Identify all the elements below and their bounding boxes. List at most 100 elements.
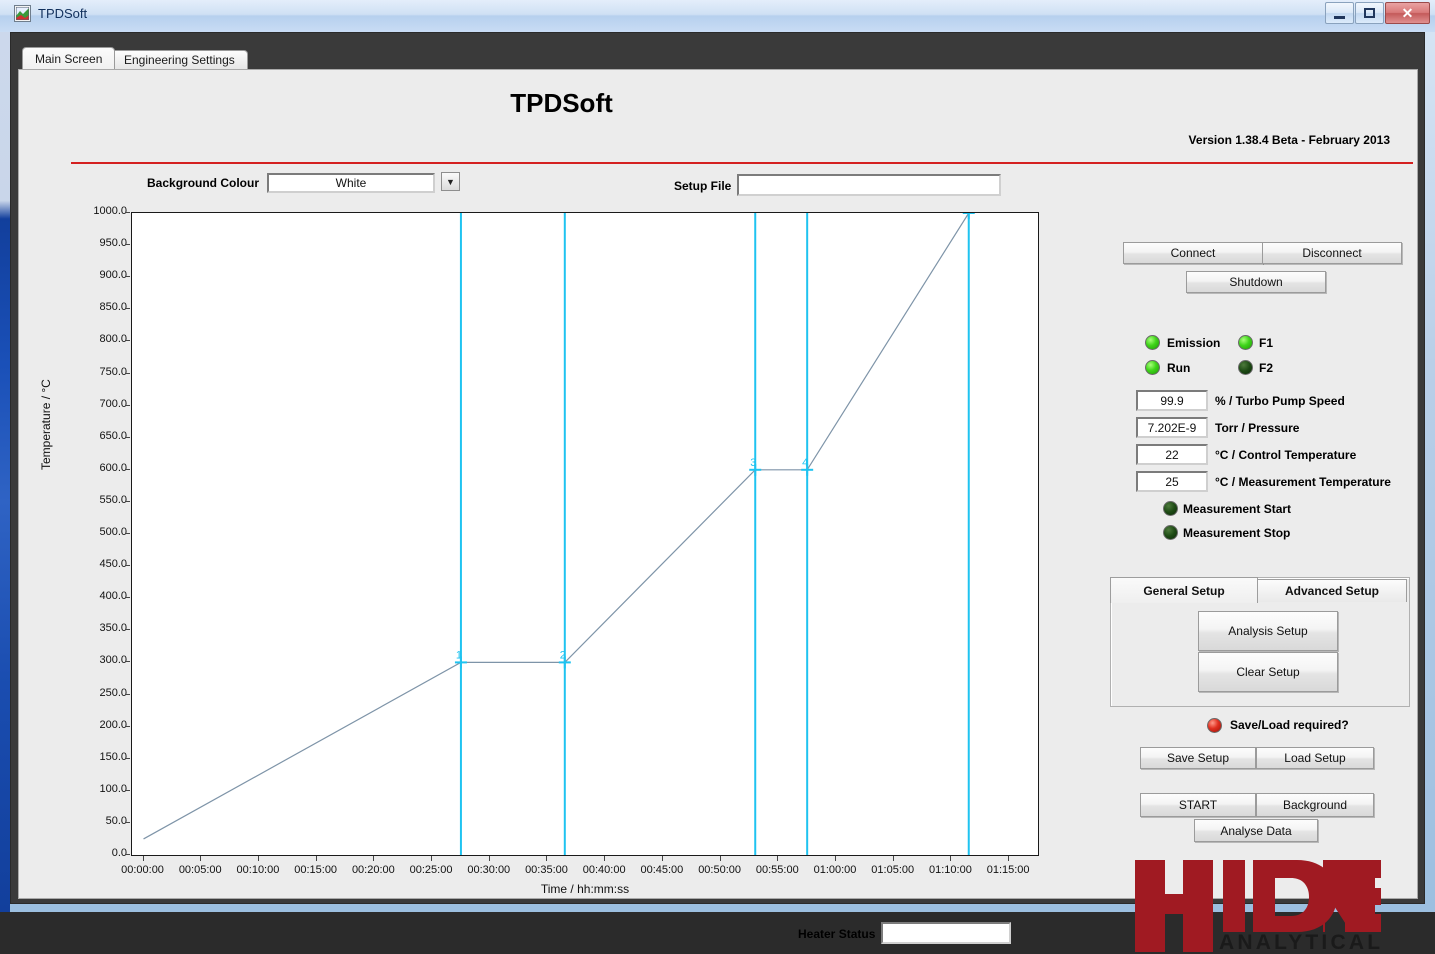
led-f2: [1238, 360, 1253, 375]
y-axis-tick-mark: [125, 597, 130, 599]
chart-cursor-marker[interactable]: 1: [454, 649, 467, 669]
chart-series-line: [143, 213, 970, 840]
x-axis-tick-mark: [1008, 856, 1010, 861]
x-axis-tick-mark: [200, 856, 202, 861]
client-area: Main Screen Engineering Settings TPDSoft…: [10, 32, 1425, 954]
chart-cursor-marker[interactable]: 4: [801, 457, 814, 476]
y-axis-tick-mark: [125, 629, 130, 631]
y-axis-tick-label: 600.0: [99, 461, 127, 474]
y-axis-tick-label: 150.0: [99, 750, 127, 763]
background-button[interactable]: Background: [1256, 793, 1374, 817]
x-axis-tick-mark: [892, 856, 894, 861]
y-axis-tick-mark: [125, 854, 130, 855]
title-bar[interactable]: TPDSoft ✕: [0, 0, 1435, 32]
application-window: TPDSoft ✕ Main Screen Engineering Settin…: [0, 0, 1435, 954]
led-save-load-required: [1207, 718, 1222, 733]
tab-main-screen[interactable]: Main Screen: [22, 47, 116, 69]
x-axis-tick-mark: [604, 856, 606, 861]
readout-turbo-pump-speed: 99.9: [1136, 390, 1208, 411]
heater-status-label: Heater Status: [798, 927, 876, 941]
x-axis-tick-mark: [777, 856, 779, 861]
chevron-down-icon[interactable]: ▼: [441, 172, 460, 191]
load-setup-button[interactable]: Load Setup: [1256, 747, 1374, 769]
chart-cursor-id: 1: [456, 649, 462, 661]
y-axis-tick-label: 950.0: [99, 237, 127, 250]
y-axis-tick-label: 450.0: [99, 558, 127, 571]
readout-pressure: 7.202E-9: [1136, 417, 1208, 438]
readout-pressure-label: Torr / Pressure: [1215, 421, 1300, 435]
led-measurement-start: [1163, 501, 1178, 516]
analyse-data-button[interactable]: Analyse Data: [1194, 819, 1318, 842]
tab-engineering-settings[interactable]: Engineering Settings: [111, 50, 248, 69]
chart-y-axis-ticks: 1000.0 950.0 900.0 850.0 800.0 750.0 700.0 650.…: [49, 190, 130, 890]
minimize-icon[interactable]: [1325, 2, 1354, 24]
readout-control-temperature-label: °C / Control Temperature: [1215, 448, 1357, 462]
clear-setup-button[interactable]: Clear Setup: [1198, 652, 1338, 692]
y-axis-tick-mark: [125, 404, 130, 406]
y-axis-tick-label: 650.0: [99, 429, 127, 442]
temperature-chart: Temperature / °C 1000.0 950.0 900.0 850.0 80…: [39, 190, 1069, 896]
y-axis-tick-mark: [125, 212, 130, 213]
tab-strip: Main Screen Engineering Settings: [11, 33, 1424, 69]
y-axis-tick-mark: [125, 789, 130, 791]
led-f1-label: F1: [1259, 336, 1274, 350]
window-title: TPDSoft: [38, 6, 88, 21]
y-axis-tick-mark: [125, 276, 130, 278]
y-axis-tick-mark: [125, 308, 130, 310]
y-axis-tick-label: 100.0: [99, 782, 127, 795]
analysis-setup-button[interactable]: Analysis Setup: [1198, 611, 1338, 651]
y-axis-tick-label: 700.0: [99, 397, 127, 410]
version-label: Version 1.38.4 Beta - February 2013: [1188, 133, 1390, 147]
save-load-required-label: Save/Load required?: [1230, 718, 1349, 732]
logo-secondary-text: ANALYTICAL: [1219, 931, 1381, 954]
y-axis-tick-mark: [125, 757, 130, 759]
readout-measurement-temperature-label: °C / Measurement Temperature: [1215, 475, 1391, 489]
app-icon: [14, 5, 31, 22]
y-axis-tick-label: 200.0: [99, 718, 127, 731]
tab-general-setup[interactable]: General Setup: [1110, 577, 1258, 603]
y-axis-tick-label: 350.0: [99, 622, 127, 635]
y-axis-tick-label: 50.0: [105, 814, 127, 827]
y-axis-tick-label: 0.0: [111, 847, 127, 859]
y-axis-tick-label: 1000.0: [93, 205, 127, 217]
led-measurement-start-label: Measurement Start: [1183, 502, 1292, 516]
y-axis-tick-label: 750.0: [99, 365, 127, 378]
y-axis-tick-mark: [125, 500, 130, 502]
y-axis-tick-mark: [125, 821, 130, 823]
save-setup-button[interactable]: Save Setup: [1140, 747, 1256, 769]
chart-plot-area[interactable]: 1 2 3 4 5: [131, 212, 1039, 856]
start-button[interactable]: START: [1140, 793, 1256, 817]
heater-status-input[interactable]: [881, 922, 1011, 944]
x-axis-tick-label: 01:15:00: [986, 864, 1030, 876]
connect-button[interactable]: Connect: [1123, 242, 1263, 264]
maximize-icon[interactable]: [1355, 2, 1384, 24]
header-divider: [71, 162, 1413, 164]
chart-cursor-marker[interactable]: 5: [962, 213, 975, 219]
y-axis-tick-label: 850.0: [99, 301, 127, 314]
x-axis-tick-mark: [315, 856, 317, 861]
y-axis-tick-mark: [125, 661, 130, 663]
x-axis-tick-mark: [142, 856, 144, 861]
led-f2-label: F2: [1259, 361, 1274, 375]
window-left-border: [0, 0, 10, 912]
y-axis-tick-label: 300.0: [99, 654, 127, 667]
led-measurement-stop-label: Measurement Stop: [1183, 526, 1291, 540]
main-screen-panel: TPDSoft Version 1.38.4 Beta - February 2…: [18, 69, 1418, 954]
x-axis-tick-mark: [950, 856, 952, 861]
close-icon[interactable]: ✕: [1385, 2, 1430, 24]
x-axis-tick-mark: [488, 856, 490, 861]
y-axis-tick-mark: [125, 372, 130, 374]
x-axis-tick-mark: [835, 856, 837, 861]
background-colour-label: Background Colour: [147, 176, 260, 190]
hiden-analytical-logo: ANALYTICAL: [1131, 858, 1381, 954]
led-emission-label: Emission: [1167, 336, 1221, 350]
x-axis-tick-mark: [719, 856, 721, 861]
tab-advanced-setup[interactable]: Advanced Setup: [1257, 579, 1407, 602]
y-axis-tick-mark: [125, 244, 130, 246]
chart-cursor-id: 3: [750, 457, 756, 469]
led-measurement-stop: [1163, 525, 1178, 540]
y-axis-tick-mark: [125, 725, 130, 727]
disconnect-button[interactable]: Disconnect: [1262, 242, 1402, 264]
shutdown-button[interactable]: Shutdown: [1186, 271, 1326, 293]
chart-cursor-marker[interactable]: 3: [749, 457, 762, 476]
